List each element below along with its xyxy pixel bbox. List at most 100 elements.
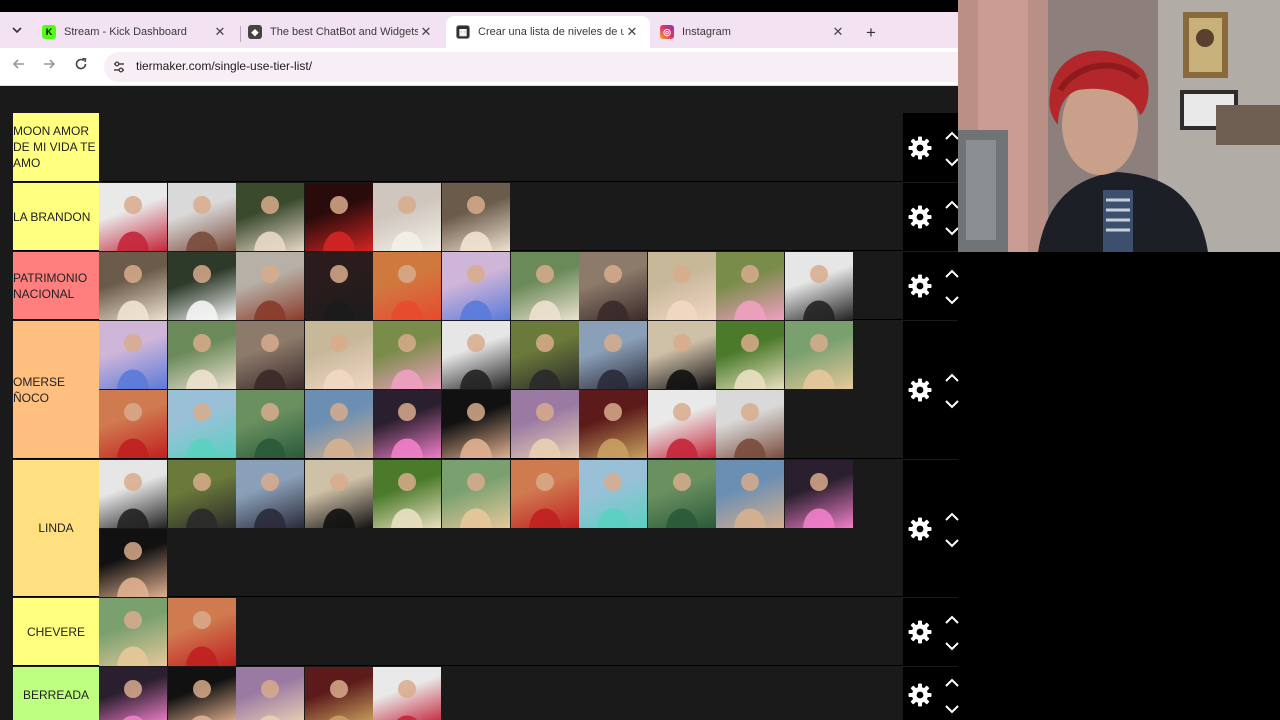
tier-item-image[interactable]	[785, 252, 853, 320]
tier-item-image[interactable]	[373, 390, 442, 458]
tier-item-image[interactable]	[304, 321, 373, 389]
tier-item-image[interactable]	[442, 252, 510, 320]
tier-item-image[interactable]	[167, 321, 236, 389]
move-up-icon[interactable]	[945, 612, 959, 624]
tab-chatbot-widgets[interactable]: ◆ The best ChatBot and Widgets ✕	[238, 16, 444, 48]
tier-label[interactable]: LINDA	[13, 460, 99, 596]
gear-icon[interactable]	[907, 204, 933, 230]
forward-button[interactable]	[38, 56, 60, 78]
move-up-icon[interactable]	[945, 509, 959, 521]
tier-item-image[interactable]	[167, 390, 236, 458]
tier-item-image[interactable]	[647, 321, 716, 389]
tier-item-image[interactable]	[442, 183, 510, 251]
tier-item-image[interactable]	[442, 460, 510, 528]
tier-item-image[interactable]	[236, 667, 305, 720]
tier-items-area[interactable]	[99, 460, 903, 597]
move-down-icon[interactable]	[945, 154, 959, 166]
gear-icon[interactable]	[907, 135, 933, 161]
tier-item-image[interactable]	[647, 390, 716, 458]
tier-item-image[interactable]	[304, 460, 373, 528]
tab-tiermaker[interactable]: ▦ Crear una lista de niveles de un ✕	[446, 16, 650, 48]
tier-item-image[interactable]	[99, 460, 167, 528]
tier-item-image[interactable]	[647, 252, 716, 320]
tier-item-image[interactable]	[716, 321, 785, 389]
tier-items-area[interactable]	[99, 321, 903, 458]
tier-label[interactable]: OMERSE ÑOCO	[13, 321, 99, 458]
back-button[interactable]	[8, 56, 30, 78]
move-down-icon[interactable]	[945, 535, 959, 547]
tier-item-image[interactable]	[373, 667, 442, 720]
tier-items-area[interactable]	[99, 598, 903, 666]
tier-item-image[interactable]	[716, 390, 785, 458]
tier-item-image[interactable]	[99, 390, 167, 458]
tier-item-image[interactable]	[373, 321, 442, 389]
tier-item-image[interactable]	[373, 183, 442, 251]
tier-item-image[interactable]	[304, 667, 373, 720]
tier-item-image[interactable]	[510, 321, 579, 389]
tier-item-image[interactable]	[716, 252, 785, 320]
tier-item-image[interactable]	[236, 321, 305, 389]
tab-close-button[interactable]: ✕	[624, 24, 640, 40]
tier-item-image[interactable]	[785, 460, 853, 528]
move-down-icon[interactable]	[945, 638, 959, 651]
move-down-icon[interactable]	[945, 223, 959, 236]
gear-icon[interactable]	[907, 516, 933, 542]
site-info-icon[interactable]	[112, 60, 126, 74]
tab-instagram[interactable]: ◎ Instagram ✕	[650, 16, 856, 48]
tier-item-image[interactable]	[510, 390, 579, 458]
tier-item-image[interactable]	[99, 667, 167, 720]
tier-item-image[interactable]	[579, 460, 648, 528]
tier-label[interactable]: LA BRANDON	[13, 183, 99, 250]
tier-item-image[interactable]	[510, 460, 579, 528]
tier-items-area[interactable]	[99, 667, 903, 720]
tier-item-image[interactable]	[167, 252, 236, 320]
tier-item-image[interactable]	[236, 252, 305, 320]
tier-item-image[interactable]	[167, 598, 236, 666]
tab-kick-dashboard[interactable]: K Stream - Kick Dashboard ✕	[32, 16, 238, 48]
move-down-icon[interactable]	[945, 396, 959, 409]
tier-item-image[interactable]	[442, 321, 510, 389]
tier-item-image[interactable]	[579, 252, 648, 320]
tier-item-image[interactable]	[373, 252, 442, 320]
move-up-icon[interactable]	[945, 675, 959, 687]
move-down-icon[interactable]	[945, 292, 959, 305]
tab-close-button[interactable]: ✕	[212, 24, 228, 40]
new-tab-button[interactable]: +	[860, 22, 882, 44]
tier-item-image[interactable]	[167, 460, 236, 528]
tier-item-image[interactable]	[167, 183, 236, 251]
tier-item-image[interactable]	[236, 460, 305, 528]
tier-items-area[interactable]	[99, 113, 903, 181]
gear-icon[interactable]	[907, 682, 933, 708]
tier-label[interactable]: CHEVERE	[13, 598, 99, 665]
tier-label[interactable]: MOON AMOR DE MI VIDA TE AMO	[13, 113, 99, 181]
gear-icon[interactable]	[907, 619, 933, 645]
gear-icon[interactable]	[907, 377, 933, 403]
tier-item-image[interactable]	[99, 321, 167, 389]
tier-label[interactable]: BERREADA	[13, 667, 99, 720]
tier-item-image[interactable]	[99, 598, 167, 666]
tier-item-image[interactable]	[716, 460, 785, 528]
tier-item-image[interactable]	[579, 321, 648, 389]
tier-item-image[interactable]	[99, 252, 167, 320]
move-up-icon[interactable]	[945, 266, 959, 278]
move-down-icon[interactable]	[945, 701, 959, 714]
tab-close-button[interactable]: ✕	[830, 24, 846, 40]
address-bar[interactable]: tiermaker.com/single-use-tier-list/	[104, 52, 958, 82]
tier-item-image[interactable]	[236, 390, 305, 458]
tier-item-image[interactable]	[373, 460, 442, 528]
tier-item-image[interactable]	[304, 390, 373, 458]
tier-item-image[interactable]	[442, 390, 510, 458]
move-up-icon[interactable]	[945, 370, 959, 382]
tier-items-area[interactable]	[99, 183, 903, 251]
move-up-icon[interactable]	[945, 197, 959, 209]
tier-item-image[interactable]	[167, 667, 236, 720]
tab-close-button[interactable]: ✕	[418, 24, 434, 40]
tier-item-image[interactable]	[304, 252, 373, 320]
reload-button[interactable]	[70, 56, 92, 78]
tier-item-image[interactable]	[304, 183, 373, 251]
tier-items-area[interactable]	[99, 252, 903, 320]
tier-item-image[interactable]	[647, 460, 716, 528]
tier-item-image[interactable]	[99, 183, 167, 251]
tier-item-image[interactable]	[510, 252, 579, 320]
tier-item-image[interactable]	[236, 183, 305, 251]
